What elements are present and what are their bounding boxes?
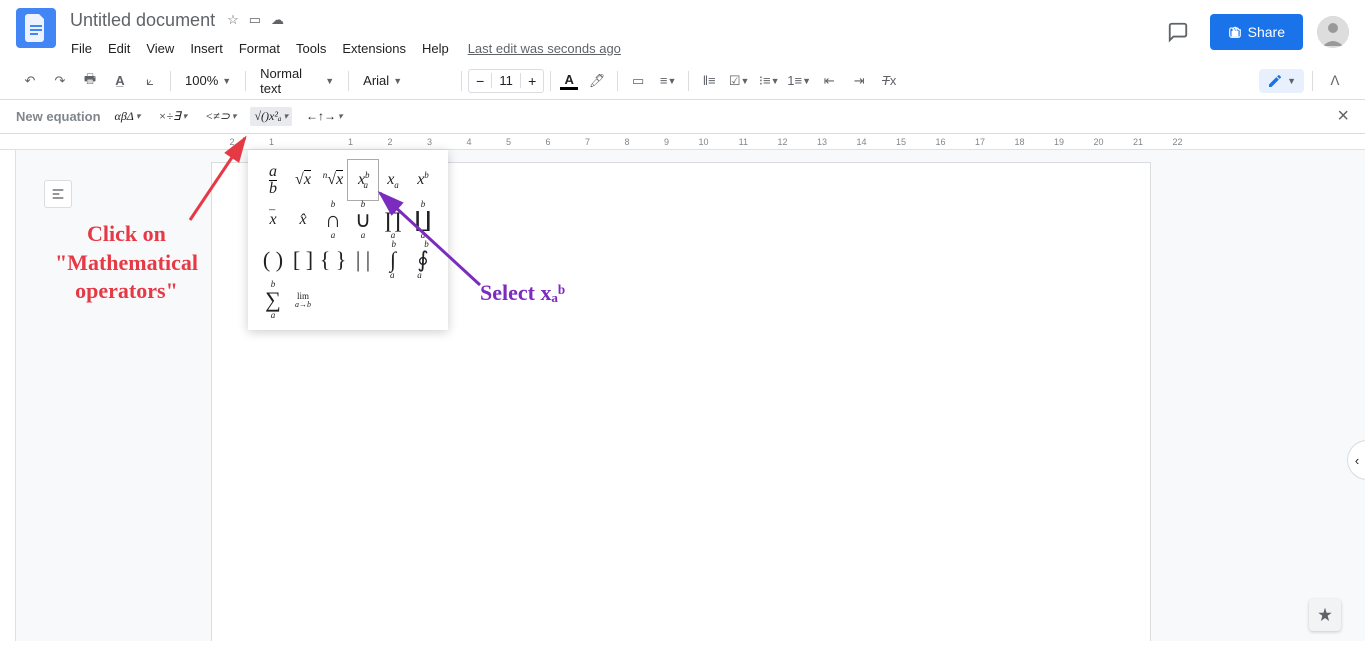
menu-help[interactable]: Help bbox=[415, 37, 456, 60]
math-cell-sqrt[interactable]: √x bbox=[288, 160, 318, 200]
comments-button[interactable] bbox=[1160, 14, 1196, 50]
decrease-indent-button[interactable]: ⇤ bbox=[815, 67, 843, 95]
document-outline-button[interactable] bbox=[44, 180, 72, 208]
vertical-ruler[interactable] bbox=[0, 150, 16, 641]
editing-mode-button[interactable]: ▼ bbox=[1259, 69, 1304, 93]
math-cell-brackets[interactable]: [ ] bbox=[288, 240, 318, 280]
menu-file[interactable]: File bbox=[64, 37, 99, 60]
menu-view[interactable]: View bbox=[139, 37, 181, 60]
undo-button[interactable]: ↶ bbox=[16, 67, 44, 95]
math-cell-fraction[interactable]: ab bbox=[258, 160, 288, 200]
checklist-button[interactable]: ☑▼ bbox=[725, 67, 753, 95]
redo-button[interactable]: ↷ bbox=[46, 67, 74, 95]
workspace bbox=[0, 150, 1365, 641]
font-size-minus[interactable]: − bbox=[469, 73, 491, 89]
close-equation-toolbar[interactable]: × bbox=[1337, 105, 1349, 128]
relations-dropdown[interactable]: <≠⊃ ▾ bbox=[201, 107, 240, 126]
math-cell-integral[interactable]: b∫a bbox=[378, 240, 408, 280]
math-cell-bar[interactable]: x‾ bbox=[258, 200, 288, 240]
math-cell-abs[interactable]: | | bbox=[348, 240, 378, 280]
title-area: Untitled document ☆ ▭ ☁ File Edit View I… bbox=[64, 8, 1160, 62]
clear-format-button[interactable]: Tx bbox=[875, 67, 903, 95]
zoom-select[interactable]: 100%▼ bbox=[177, 67, 239, 95]
math-cell-subscript[interactable]: xa bbox=[378, 160, 408, 200]
math-cell-bigcup[interactable]: b∪a bbox=[348, 200, 378, 240]
explore-button[interactable] bbox=[1309, 599, 1341, 631]
font-size-plus[interactable]: + bbox=[521, 73, 543, 89]
numbered-list-button[interactable]: 1≡▼ bbox=[785, 67, 813, 95]
menu-edit[interactable]: Edit bbox=[101, 37, 137, 60]
equation-toolbar: New equation αβΔ ▾ ×÷∃ ▾ <≠⊃ ▾ √()x²ₐ ▾ … bbox=[0, 100, 1365, 134]
horizontal-ruler[interactable]: 2112345678910111213141516171819202122 bbox=[0, 134, 1365, 150]
misc-operations-dropdown[interactable]: ×÷∃ ▾ bbox=[154, 107, 191, 126]
move-icon[interactable]: ▭ bbox=[249, 12, 261, 28]
bulleted-list-button[interactable]: ⁝≡▼ bbox=[755, 67, 783, 95]
math-cell-coprod[interactable]: b∐a bbox=[408, 200, 438, 240]
docs-logo[interactable] bbox=[16, 8, 56, 48]
annotation-red: Click on "Mathematical operators" bbox=[55, 220, 198, 306]
arrows-dropdown[interactable]: ←↑→ ▾ bbox=[302, 107, 347, 126]
math-cell-bigcap[interactable]: b∩a bbox=[318, 200, 348, 240]
highlight-button[interactable]: 🖊 bbox=[583, 67, 611, 95]
math-cell-parens[interactable]: ( ) bbox=[258, 240, 288, 280]
font-size-control: − 11 + bbox=[468, 69, 544, 93]
paint-format-button[interactable]: ⟀ bbox=[136, 67, 164, 95]
insert-image-button[interactable]: ▭ bbox=[624, 67, 652, 95]
math-cell-limit[interactable]: lima→b bbox=[288, 280, 318, 320]
math-operators-popup: ab√xn√xxbaxaxb x‾x̂b∩ab∪ab∏ab∐a ( )[ ]{ }|… bbox=[248, 150, 448, 330]
menu-extensions[interactable]: Extensions bbox=[335, 37, 413, 60]
document-title[interactable]: Untitled document bbox=[64, 8, 221, 33]
hide-menus-button[interactable]: ᐱ bbox=[1321, 67, 1349, 95]
style-select[interactable]: Normal text▼ bbox=[252, 67, 342, 95]
math-cell-prod[interactable]: b∏a bbox=[378, 200, 408, 240]
math-cell-hat[interactable]: x̂ bbox=[288, 200, 318, 240]
annotation-purple: Select xₐᵇ bbox=[480, 280, 565, 306]
menu-tools[interactable]: Tools bbox=[289, 37, 333, 60]
share-label: Share bbox=[1248, 24, 1285, 40]
menu-format[interactable]: Format bbox=[232, 37, 287, 60]
cloud-icon[interactable]: ☁ bbox=[271, 12, 284, 28]
star-icon[interactable]: ☆ bbox=[227, 12, 239, 28]
print-button[interactable]: 🖶 bbox=[76, 67, 104, 95]
font-select[interactable]: Arial▼ bbox=[355, 67, 455, 95]
math-operators-dropdown[interactable]: √()x²ₐ ▾ bbox=[250, 107, 292, 126]
math-cell-braces[interactable]: { } bbox=[318, 240, 348, 280]
math-cell-superscript[interactable]: xb bbox=[408, 160, 438, 200]
main-toolbar: ↶ ↷ 🖶 A̲ ⟀ 100%▼ Normal text▼ Arial▼ − 1… bbox=[0, 62, 1365, 100]
math-cell-nth-root[interactable]: n√x bbox=[318, 160, 348, 200]
greek-letters-dropdown[interactable]: αβΔ ▾ bbox=[111, 107, 145, 126]
header-bar: Untitled document ☆ ▭ ☁ File Edit View I… bbox=[0, 0, 1365, 62]
menu-insert[interactable]: Insert bbox=[183, 37, 230, 60]
new-equation-button[interactable]: New equation bbox=[16, 109, 101, 124]
align-button[interactable]: ≡▼ bbox=[654, 67, 682, 95]
math-cell-subsuper[interactable]: xba bbox=[348, 160, 378, 200]
math-cell-sum[interactable]: b∑a bbox=[258, 280, 288, 320]
increase-indent-button[interactable]: ⇥ bbox=[845, 67, 873, 95]
user-avatar[interactable] bbox=[1317, 16, 1349, 48]
line-spacing-button[interactable]: ‖≡ bbox=[695, 67, 723, 95]
font-size-value[interactable]: 11 bbox=[491, 73, 521, 88]
math-cell-contour[interactable]: b∮a bbox=[408, 240, 438, 280]
spellcheck-button[interactable]: A̲ bbox=[106, 67, 134, 95]
last-edit-link[interactable]: Last edit was seconds ago bbox=[468, 41, 621, 56]
share-button[interactable]: Share bbox=[1210, 14, 1303, 50]
menu-bar: File Edit View Insert Format Tools Exten… bbox=[64, 34, 1160, 62]
text-color-button[interactable]: A bbox=[557, 72, 581, 90]
